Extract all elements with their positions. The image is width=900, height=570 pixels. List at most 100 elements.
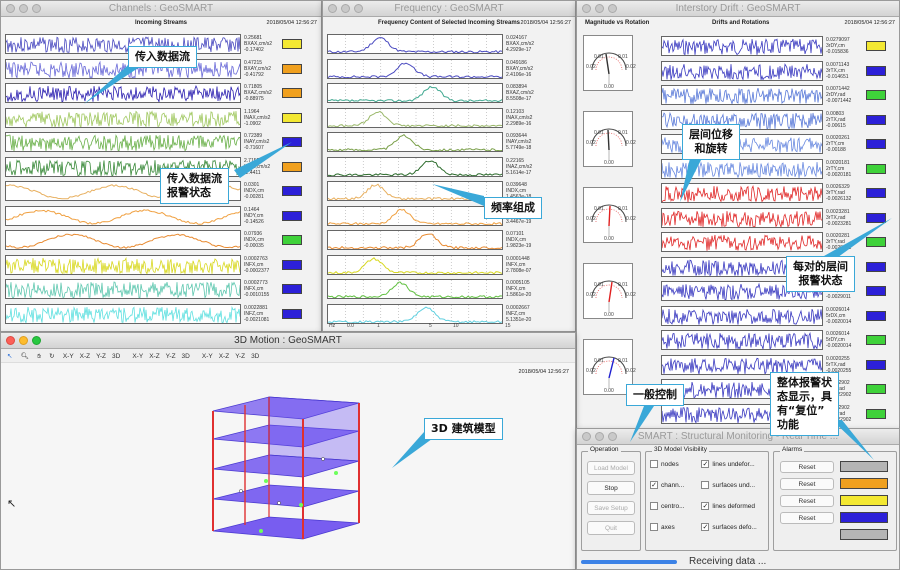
close-button[interactable] [582,4,591,13]
view-button-3d[interactable]: 3D [112,353,120,360]
drift-row: 0.0279097 3rDY,cm -0.015836 [661,35,886,57]
pan-tool-icon[interactable]: ✋︎ [37,353,41,361]
value-readout: 0.0026014 5rDY,cm -0.0020014 [826,331,852,349]
close-button[interactable] [6,336,15,345]
view-button-x-z[interactable]: X-Z [80,353,90,360]
view-button-3d[interactable]: 3D [251,353,259,360]
drift-alarm-indicator [866,310,886,321]
value-readout: 0.22165 INAZ,cm/s2 5.1614e-17 [506,157,533,176]
alarm-row [774,526,896,543]
checkbox-icon[interactable]: ✓ [701,523,710,531]
minimize-button[interactable] [341,4,350,13]
checkbox-icon[interactable] [701,481,710,489]
minimize-button[interactable] [595,432,604,441]
zoom-button[interactable] [354,4,363,13]
signal-strip [5,303,241,324]
value-readout: 0.0279097 3rDY,cm -0.015836 [826,37,850,55]
window-title: Frequency : GeoSMART [394,3,504,14]
visibility-option[interactable]: surfaces und... [701,481,764,502]
view-button-3d[interactable]: 3D [182,353,190,360]
view-button-x-z[interactable]: X-Z [149,353,159,360]
building-model[interactable] [1,371,576,570]
drift-window: Interstory Drift : GeoSMART Magnitude vs… [576,0,900,430]
visibility-option[interactable]: ✓ surfaces defo... [701,523,764,544]
value-readout: 0.0002763 INFX,cm -0.0002377 [244,255,270,274]
gauge-header: Magnitude vs Rotation [585,20,650,26]
channel-row: 0.0002763 INFX,cm -0.0002377 [5,254,302,276]
view-button-x-y[interactable]: X-Y [202,353,213,360]
rotate-tool-icon[interactable]: ↻ [49,352,54,360]
view-button-x-z[interactable]: X-Z [219,353,229,360]
checkbox-icon[interactable] [650,502,658,510]
alarm-row: Reset [774,509,896,526]
save-setup-button[interactable]: Save Setup [587,501,635,515]
load-model-button[interactable]: Load Model [587,461,635,475]
drift-titlebar[interactable]: Interstory Drift : GeoSMART [577,1,899,17]
close-button[interactable] [328,4,337,13]
timestamp: 2018/05/04 12:56:27 [520,20,571,26]
channel-row: 0.71805 BXAZ,cm/s2 -0.88975 [5,82,302,104]
timestamp: 2018/05/04 12:56:27 [266,20,317,26]
drift-strip [661,36,823,56]
reset-button[interactable]: Reset [780,494,834,507]
visibility-option[interactable]: nodes [650,460,697,481]
channel-alarm-indicator [282,284,302,294]
overall-alarm-indicator [840,512,888,523]
channel-row: 0.07936 INDX,cm -0.00035 [5,229,302,251]
node [239,489,243,493]
view-button-y-z[interactable]: Y-Z [166,353,176,360]
drift-row: 0.0071442 2rDY,rad -0.0071442 [661,84,886,106]
frequency-titlebar[interactable]: Frequency : GeoSMART [323,1,575,17]
drift-strip [661,232,823,252]
checkbox-icon[interactable] [650,523,658,531]
zoom-button[interactable] [608,4,617,13]
motion-titlebar[interactable]: 3D Motion : GeoSMART [1,333,575,349]
frequency-row: 0.0001448 INFX,cm 2.7808e-07 [327,254,540,276]
visibility-option[interactable]: ✓ lines deformed [701,502,764,523]
view-button-x-y[interactable]: X-Y [63,353,74,360]
window-controls[interactable] [582,432,617,441]
zoom-button[interactable] [32,336,41,345]
reset-button[interactable]: Reset [780,511,834,524]
close-button[interactable] [582,432,591,441]
view-button-x-y[interactable]: X-Y [132,353,143,360]
reset-button[interactable]: Reset [780,460,834,473]
value-readout: 0.1464 INDY,cm -0.14526 [244,206,264,225]
spectrum-strip [327,230,503,250]
zoom-button[interactable] [608,432,617,441]
sensor-node [334,471,338,475]
minimize-button[interactable] [19,336,28,345]
channels-titlebar[interactable]: Channels : GeoSMART [1,1,321,17]
reset-button[interactable]: Reset [780,477,834,490]
view-button-y-z[interactable]: Y-Z [235,353,245,360]
visibility-option[interactable]: centro... [650,502,697,523]
motion-toolbar: ↖ 🔍︎ ✋︎ ↻ X-Y X-Z Y-Z 3D X-Y X-Z Y-Z 3D X-Y X-Z Y-… [1,349,575,363]
pointer-tool-icon[interactable]: ↖ [7,352,12,360]
minimize-button[interactable] [19,4,28,13]
window-controls[interactable] [6,4,41,13]
visibility-option[interactable]: axes [650,523,697,544]
channel-row: 0.0002773 INFX,cm -0.0010155 [5,278,302,300]
quit-button[interactable]: Quit [587,521,635,535]
frequency-row: 0.0005105 INFX,cm 1.5861e-20 [327,278,540,300]
checkbox-icon[interactable]: ✓ [701,502,710,510]
stop-button[interactable]: Stop [587,481,635,495]
window-controls[interactable] [582,4,617,13]
callout-drift-alarm: 每对的层间 报警状态 [786,256,855,292]
window-controls[interactable] [328,4,363,13]
value-readout: 0.0022881 INFZ,cm -0.0021081 [244,304,270,323]
zoom-tool-icon[interactable]: 🔍︎ [21,352,29,360]
drift-alarm-indicator [866,359,886,370]
zoom-button[interactable] [32,4,41,13]
checkbox-icon[interactable]: ✓ [650,481,658,489]
checkbox-icon[interactable] [650,460,658,468]
visibility-option[interactable]: ✓ lines undefor... [701,460,764,481]
channel-alarm-indicator [282,210,302,221]
visibility-option[interactable]: ✓ chann... [650,481,697,502]
value-readout: 0.12103 INAX,cm/s2 2.2989e-16 [506,108,533,127]
checkbox-icon[interactable]: ✓ [701,460,710,468]
close-button[interactable] [6,4,15,13]
window-controls[interactable] [6,336,41,345]
minimize-button[interactable] [595,4,604,13]
view-button-y-z[interactable]: Y-Z [96,353,106,360]
